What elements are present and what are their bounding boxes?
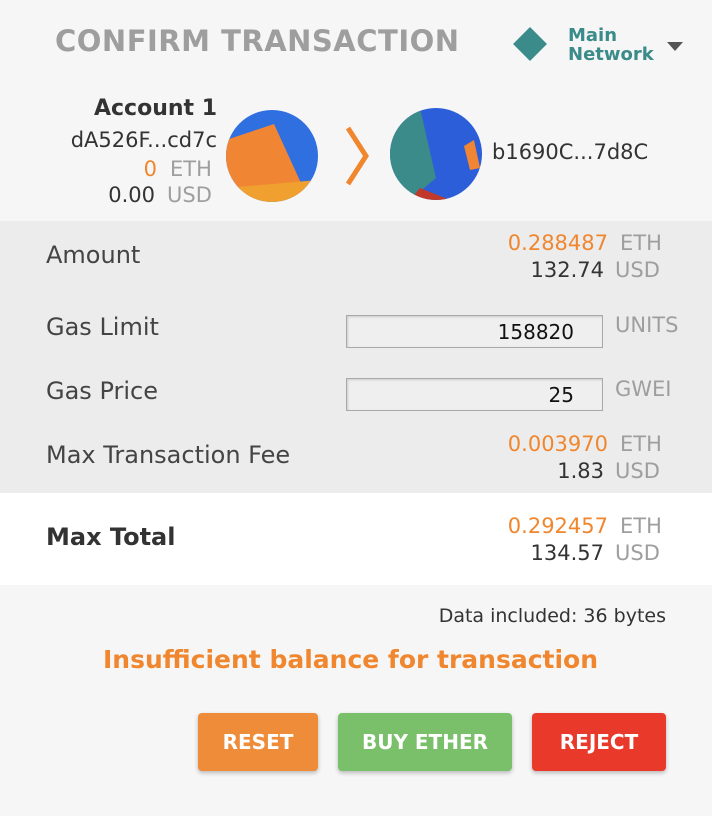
from-eth-unit: ETH: [170, 157, 212, 181]
max-fee-usd: 1.83: [557, 459, 604, 483]
gas-limit-unit: UNITS: [615, 313, 679, 337]
from-usd-balance: 0.00: [108, 183, 155, 207]
gas-limit-input[interactable]: [346, 315, 603, 348]
amount-usd: 132.74: [530, 258, 604, 282]
max-fee-eth-unit: ETH: [620, 432, 662, 456]
amount-eth: 0.288487: [507, 231, 608, 255]
network-diamond-icon: [513, 27, 547, 61]
max-total-eth: 0.292457: [507, 514, 608, 538]
from-identicon: [226, 110, 318, 202]
from-usd-unit: USD: [167, 183, 212, 207]
network-label-line2: Network: [568, 44, 654, 65]
reject-button[interactable]: REJECT: [532, 713, 666, 771]
to-account-address: b1690C...7d8C: [492, 140, 649, 164]
network-label: Main Network: [568, 26, 654, 64]
reset-button[interactable]: RESET: [198, 713, 318, 771]
buy-ether-button[interactable]: BUY ETHER: [338, 713, 512, 771]
max-total-eth-unit: ETH: [620, 514, 662, 538]
amount-eth-unit: ETH: [620, 231, 662, 255]
from-account-name: Account 1: [93, 96, 217, 121]
network-label-line1: Main: [568, 25, 618, 46]
max-fee-usd-unit: USD: [615, 459, 660, 483]
gas-price-input[interactable]: [346, 378, 603, 411]
gas-price-unit: GWEI: [615, 377, 672, 401]
to-identicon: [390, 108, 482, 200]
amount-usd-unit: USD: [615, 258, 660, 282]
max-total-usd-unit: USD: [615, 541, 660, 565]
max-fee-label: Max Transaction Fee: [46, 441, 291, 469]
max-total-label: Max Total: [46, 523, 176, 551]
gas-price-label: Gas Price: [46, 377, 158, 405]
gas-limit-label: Gas Limit: [46, 313, 159, 341]
from-eth-balance: 0: [143, 157, 157, 181]
amount-label: Amount: [46, 241, 141, 269]
page-title: CONFIRM TRANSACTION: [55, 24, 460, 58]
error-message: Insufficient balance for transaction: [103, 645, 599, 674]
max-total-usd: 134.57: [530, 541, 604, 565]
data-included-text: Data included: 36 bytes: [438, 605, 666, 627]
from-account-address: dA526F...cd7c: [70, 128, 217, 152]
network-selector[interactable]: Main Network: [510, 26, 690, 70]
caret-down-icon: [667, 42, 683, 51]
chevron-right-icon: [345, 126, 369, 186]
max-fee-eth: 0.003970: [507, 432, 608, 456]
